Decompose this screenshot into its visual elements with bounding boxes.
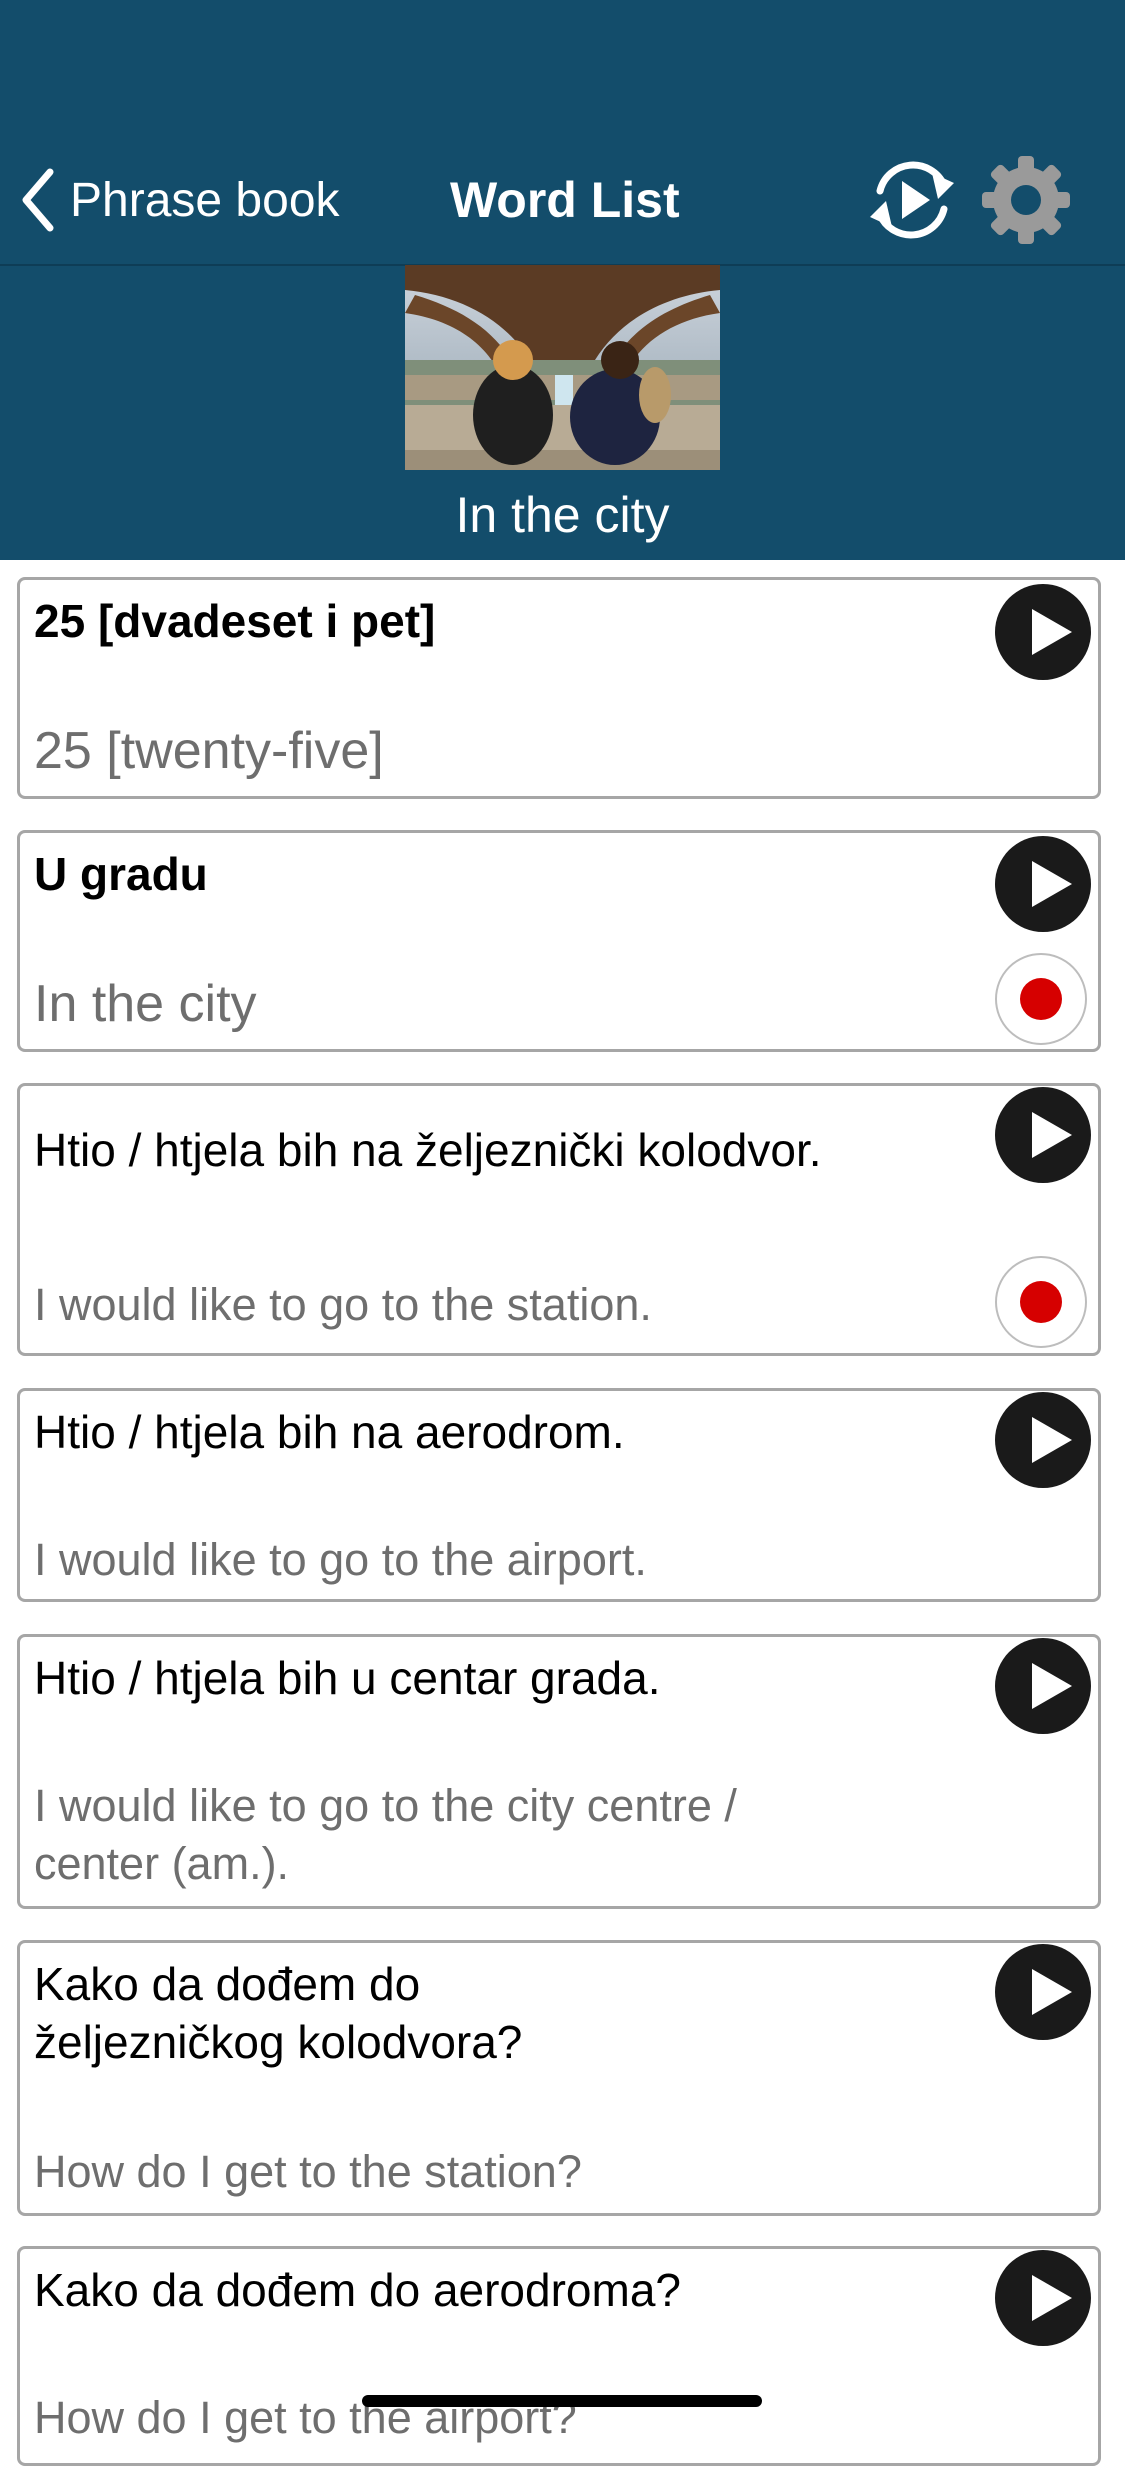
settings-button[interactable] [980, 154, 1072, 246]
play-button[interactable] [995, 1944, 1091, 2040]
back-button[interactable]: Phrase book [20, 163, 340, 237]
phrase-card: U gradu In the city [17, 830, 1101, 1052]
phrase-translation: I would like to go to the station. [34, 1279, 652, 1330]
phrase-native: Htio / htjela bih na aerodrom. [34, 1406, 625, 1458]
play-button[interactable] [995, 1392, 1091, 1488]
phrase-card: 25 [dvadeset i pet] 25 [twenty-five] [17, 577, 1101, 799]
play-button[interactable] [995, 836, 1091, 932]
phrase-translation: 25 [twenty-five] [34, 722, 384, 780]
phrase-native: Htio / htjela bih na željeznički kolodvo… [34, 1124, 822, 1176]
phrase-native: Htio / htjela bih u centar grada. [34, 1652, 661, 1704]
phrase-native: Kako da dođem do aerodroma? [34, 2264, 681, 2316]
navigation-bar: Phrase book Word List [0, 135, 1125, 265]
page-title: Word List [450, 172, 680, 228]
replay-button[interactable] [862, 155, 962, 245]
replay-icon [870, 161, 954, 239]
phrase-native: Kako da dođem do željezničkog kolodvora? [34, 1958, 523, 2068]
gear-icon [982, 156, 1070, 244]
phrase-card: Kako da dođem do željezničkog kolodvora?… [17, 1940, 1101, 2216]
phrase-card: Htio / htjela bih u centar grada. I woul… [17, 1634, 1101, 1909]
phrase-native: 25 [dvadeset i pet] [34, 595, 436, 647]
phrase-translation: In the city [34, 975, 257, 1033]
phrase-translation: How do I get to the station? [34, 2146, 582, 2197]
header: Phrase book Word List In the city [0, 0, 1125, 560]
phrase-translation: I would like to go to the city centre / … [34, 1780, 737, 1889]
phrase-card: Htio / htjela bih na aerodrom. I would l… [17, 1388, 1101, 1602]
record-button[interactable] [995, 953, 1087, 1045]
play-button[interactable] [995, 584, 1091, 680]
topic-title: In the city [455, 487, 670, 543]
phrase-card: Kako da dođem do aerodroma? How do I get… [17, 2246, 1101, 2466]
chevron-left-icon [22, 168, 54, 232]
record-button[interactable] [995, 1256, 1087, 1348]
play-button[interactable] [995, 1087, 1091, 1183]
play-button[interactable] [995, 1638, 1091, 1734]
play-button[interactable] [995, 2250, 1091, 2346]
phrase-translation: I would like to go to the airport. [34, 1534, 647, 1585]
phrase-native: U gradu [34, 848, 208, 900]
back-button-label: Phrase book [70, 173, 340, 227]
topic-image [405, 265, 720, 470]
home-indicator [362, 2395, 762, 2407]
phrase-card: Htio / htjela bih na željeznički kolodvo… [17, 1083, 1101, 1356]
